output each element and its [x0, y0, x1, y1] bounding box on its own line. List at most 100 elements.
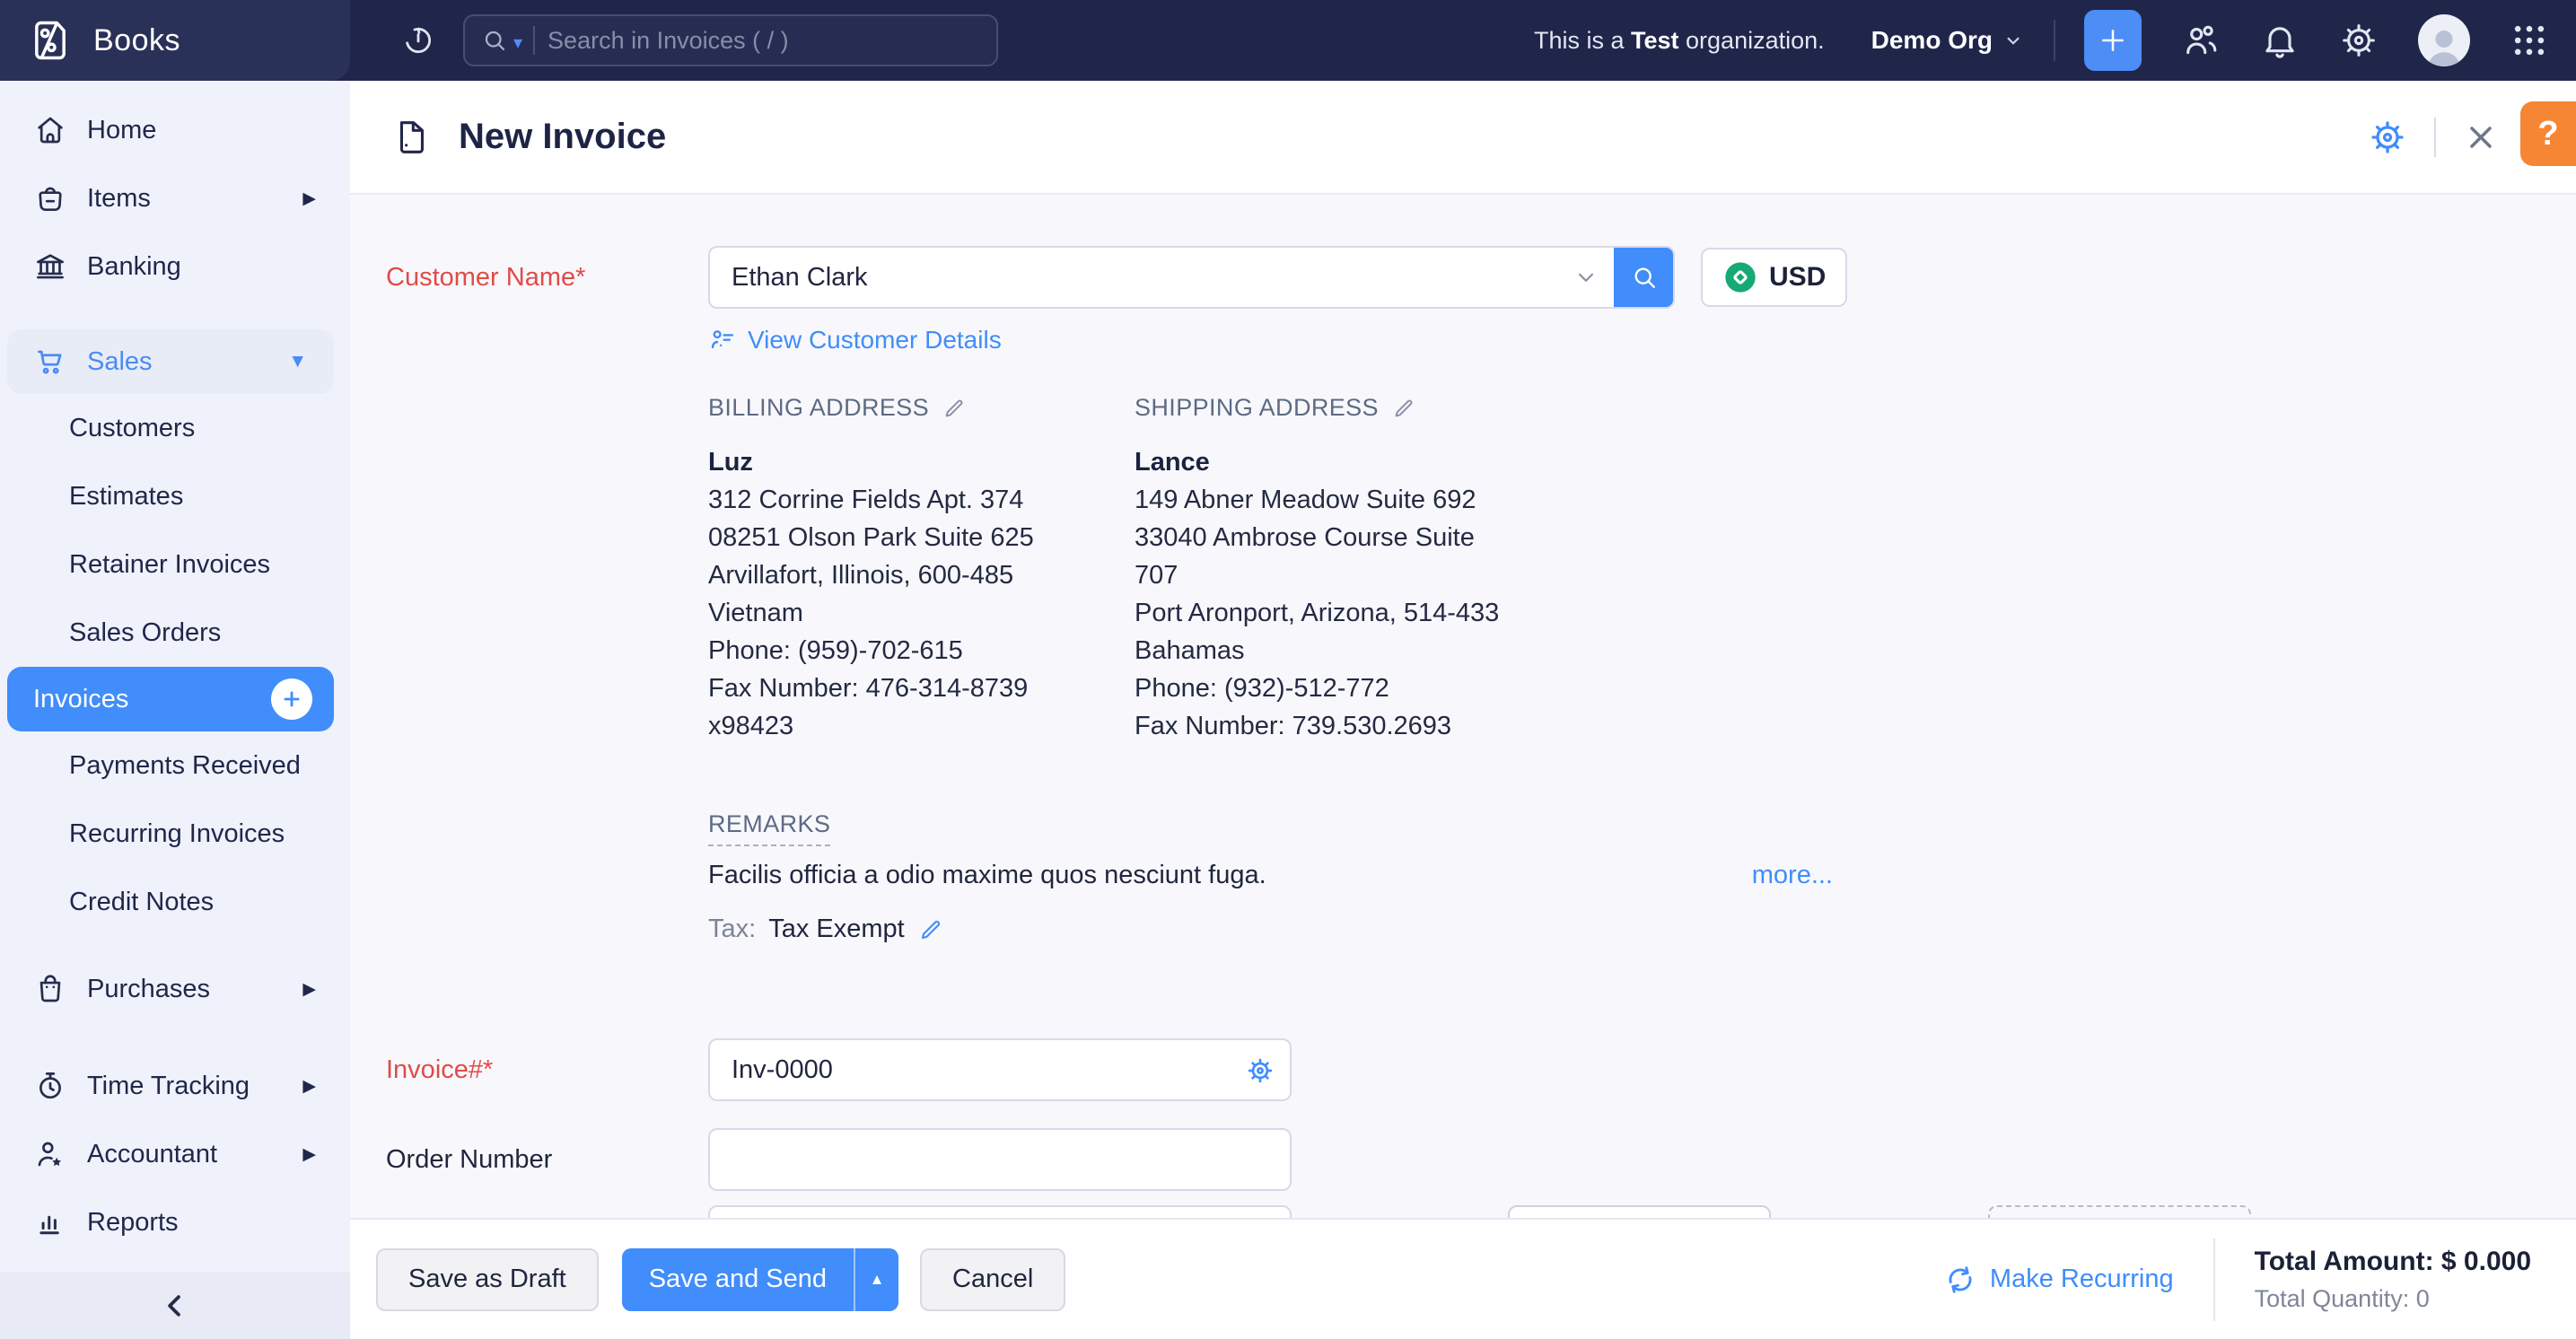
accountant-person-icon: [33, 1137, 69, 1171]
chevron-left-icon: [158, 1289, 192, 1323]
sidebar-item-accountant[interactable]: Accountant ▶: [0, 1120, 350, 1188]
users-icon[interactable]: [2181, 21, 2221, 60]
sidebar-item-label: Purchases: [87, 975, 210, 1004]
invoice-number-settings-icon[interactable]: [1245, 1055, 1275, 1086]
sidebar-item-recurring-invoices[interactable]: Recurring Invoices: [0, 800, 350, 868]
org-selector[interactable]: Demo Org: [1871, 26, 2025, 55]
sidebar-item-label: Payments Received: [69, 751, 301, 781]
make-recurring-label: Make Recurring: [1990, 1265, 2174, 1294]
order-number-row: Order Number: [350, 1128, 1292, 1191]
view-customer-details-link[interactable]: View Customer Details: [708, 326, 1002, 354]
sidebar-item-label: Accountant: [87, 1140, 217, 1169]
app-logo-block[interactable]: Books: [0, 0, 350, 81]
help-button[interactable]: ?: [2520, 101, 2576, 166]
sidebar-collapse-button[interactable]: [0, 1272, 350, 1339]
settings-gear-icon[interactable]: [2339, 21, 2379, 60]
edit-shipping-address-icon[interactable]: [1391, 396, 1416, 421]
save-as-draft-button[interactable]: Save as Draft: [376, 1248, 599, 1311]
sidebar-item-sales-orders[interactable]: Sales Orders: [0, 599, 350, 667]
billing-address: BILLING ADDRESS Luz 312 Corrine Fields A…: [708, 394, 1135, 745]
sidebar-item-label: Banking: [87, 252, 181, 282]
view-customer-details-label: View Customer Details: [748, 326, 1002, 354]
currency-icon: [1722, 259, 1758, 295]
shipping-address-heading: SHIPPING ADDRESS: [1135, 394, 1379, 422]
dashed-field-partial[interactable]: [1988, 1205, 2251, 1218]
sidebar-item-items[interactable]: Items ▶: [0, 164, 350, 232]
apps-grid-icon[interactable]: [2510, 21, 2549, 60]
sidebar-item-retainer-invoices[interactable]: Retainer Invoices: [0, 530, 350, 599]
search-input[interactable]: [548, 27, 980, 55]
sidebar-item-label: Recurring Invoices: [69, 819, 285, 849]
sidebar-item-label: Invoices: [33, 685, 128, 714]
sidebar-item-payments-received[interactable]: Payments Received: [0, 731, 350, 800]
shipping-line: Fax Number: 739.530.2693: [1135, 707, 1556, 745]
action-footer: Save as Draft Save and Send ▲ Cancel Mak…: [350, 1218, 2576, 1339]
recurring-icon: [1943, 1263, 1977, 1297]
invoice-number-input[interactable]: [708, 1038, 1292, 1101]
sidebar-item-label: Credit Notes: [69, 888, 214, 917]
sidebar-item-invoices-active[interactable]: Invoices: [7, 667, 334, 731]
remarks-text: Facilis officia a odio maxime quos nesci…: [708, 861, 1266, 890]
next-field-input-partial[interactable]: [708, 1205, 1292, 1218]
edit-billing-address-icon[interactable]: [942, 396, 967, 421]
sidebar-item-purchases[interactable]: Purchases ▶: [0, 955, 350, 1023]
page-title: New Invoice: [459, 117, 666, 157]
shipping-line: 33040 Ambrose Course Suite: [1135, 519, 1556, 556]
purchases-bag-icon: [33, 972, 69, 1006]
tax-label: Tax:: [708, 915, 756, 944]
history-icon[interactable]: [400, 22, 436, 58]
sidebar-item-label: Home: [87, 116, 156, 145]
sidebar-item-home[interactable]: Home: [0, 96, 350, 164]
chevron-down-icon[interactable]: [1573, 264, 1599, 291]
save-options-caret-icon[interactable]: ▲: [855, 1271, 898, 1289]
customer-search-button[interactable]: [1614, 246, 1675, 309]
shipping-attention: Lance: [1135, 443, 1556, 481]
close-icon[interactable]: [2463, 119, 2499, 155]
billing-line: Fax Number: 476-314-8739: [708, 670, 1135, 707]
sidebar-item-banking[interactable]: Banking: [0, 232, 350, 301]
save-and-send-label: Save and Send: [622, 1265, 854, 1294]
add-invoice-icon[interactable]: [271, 678, 312, 720]
billing-line: x98423: [708, 707, 1135, 745]
shipping-line: 707: [1135, 556, 1556, 594]
notifications-bell-icon[interactable]: [2260, 21, 2300, 60]
total-amount: Total Amount: $ 0.000: [2255, 1247, 2531, 1277]
sidebar-item-customers[interactable]: Customers: [0, 394, 350, 462]
quick-create-button[interactable]: [2084, 10, 2142, 71]
sidebar-item-credit-notes[interactable]: Credit Notes: [0, 868, 350, 936]
top-bar: Books ▾ This is a Test organization. Dem…: [0, 0, 2576, 81]
save-and-send-button[interactable]: Save and Send ▲: [622, 1248, 898, 1311]
bank-icon: [33, 249, 69, 284]
avatar[interactable]: [2418, 14, 2470, 66]
billing-line: 312 Corrine Fields Apt. 374: [708, 481, 1135, 519]
expand-right-icon: ▶: [302, 188, 316, 209]
customer-name-input[interactable]: [710, 248, 1558, 307]
shipping-line: Port Aronport, Arizona, 514-433: [1135, 594, 1556, 632]
sidebar-item-time-tracking[interactable]: Time Tracking ▶: [0, 1052, 350, 1120]
search-scope-caret-icon[interactable]: ▾: [513, 31, 522, 54]
remarks-more-link[interactable]: more...: [1752, 861, 1833, 890]
billing-line: Vietnam: [708, 594, 1135, 632]
cancel-button[interactable]: Cancel: [920, 1248, 1065, 1311]
edit-tax-icon[interactable]: [917, 916, 944, 943]
invoice-number-row: Invoice#*: [350, 1038, 1292, 1101]
topbar-divider: [2054, 20, 2055, 61]
remarks-heading: REMARKS: [708, 810, 830, 846]
sidebar: Home Items ▶ Banking: [0, 81, 350, 1339]
invoice-settings-gear-icon[interactable]: [2368, 118, 2407, 157]
remarks-section: REMARKS Facilis officia a odio maxime qu…: [708, 810, 1833, 890]
make-recurring-link[interactable]: Make Recurring: [1943, 1263, 2174, 1297]
tax-value: Tax Exempt: [768, 915, 905, 944]
addresses-section: BILLING ADDRESS Luz 312 Corrine Fields A…: [708, 394, 1839, 745]
sidebar-item-sales[interactable]: Sales ▼: [7, 329, 334, 394]
tax-row: Tax: Tax Exempt: [708, 915, 944, 944]
currency-selector[interactable]: USD: [1701, 248, 1847, 307]
date-field-partial[interactable]: [1508, 1205, 1771, 1218]
order-number-input[interactable]: [708, 1128, 1292, 1191]
sidebar-item-reports[interactable]: Reports: [0, 1188, 350, 1256]
sidebar-item-estimates[interactable]: Estimates: [0, 462, 350, 530]
app-name: Books: [93, 23, 180, 58]
items-bag-icon: [33, 181, 69, 215]
titlebar-divider: [2434, 118, 2436, 157]
shipping-line: 149 Abner Meadow Suite 692: [1135, 481, 1556, 519]
